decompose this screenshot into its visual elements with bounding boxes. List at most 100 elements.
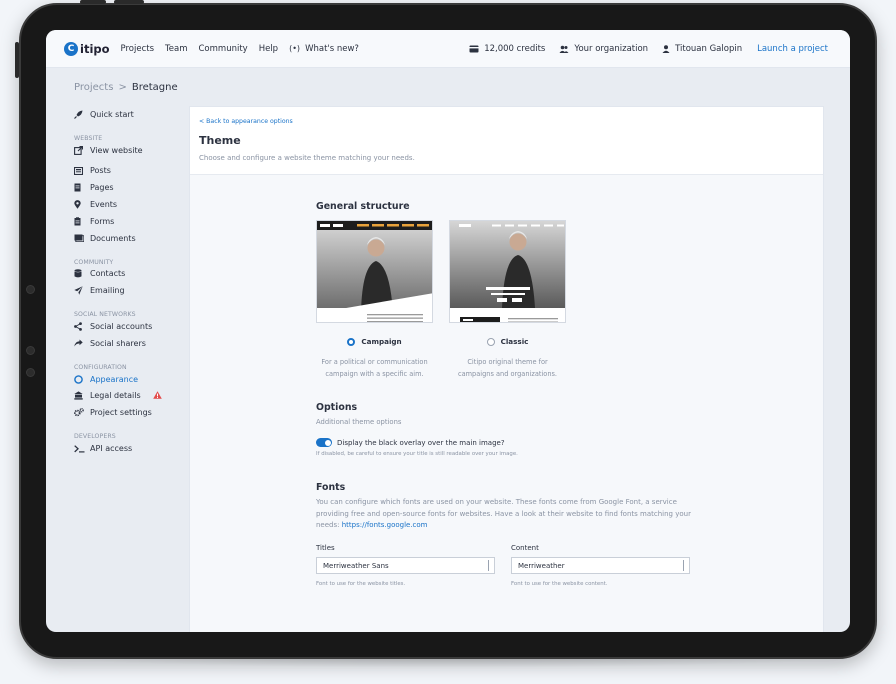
titles-font-select[interactable]: Merriweather Sans xyxy=(316,557,495,575)
theme-panel: < Back to appearance options Theme Choos… xyxy=(189,106,824,632)
breadcrumb-projects[interactable]: Projects xyxy=(74,82,113,93)
sidebar-item-social-sharers[interactable]: Social sharers xyxy=(74,335,199,352)
titles-label: Titles xyxy=(316,544,335,553)
organization-label: Your organization xyxy=(574,43,649,54)
map-pin-icon xyxy=(74,200,90,209)
sidebar-item-contacts[interactable]: Contacts xyxy=(74,266,199,283)
classic-radio[interactable] xyxy=(486,337,495,346)
nav-help[interactable]: Help xyxy=(259,44,278,54)
sidebar-item-view-website[interactable]: View website xyxy=(74,142,199,159)
clipboard-icon xyxy=(74,217,90,226)
options-heading: Options xyxy=(316,402,358,413)
sidebar-item-legal-details[interactable]: Legal details xyxy=(74,388,199,405)
classic-radio-row[interactable]: Classic xyxy=(449,337,566,346)
credit-card-icon xyxy=(469,45,479,52)
logo-mark-icon: C xyxy=(64,41,78,56)
page-subtitle: Choose and configure a website theme mat… xyxy=(199,154,415,162)
sidebar-item-social-accounts[interactable]: Social accounts xyxy=(74,318,199,335)
content-field: Content Merriweather Font to use for the… xyxy=(511,544,690,587)
credits-item[interactable]: 12,000 credits xyxy=(469,44,545,54)
titles-field: Titles Merriweather Sans Font to use for… xyxy=(316,544,495,587)
theme-classic[interactable]: Classic Citipo original theme for campai… xyxy=(449,220,566,380)
images-icon xyxy=(74,234,90,243)
section-social-networks: Social networks xyxy=(74,311,136,319)
users-icon xyxy=(559,45,569,53)
sidebar-item-label: Documents xyxy=(90,233,136,243)
rocket-icon xyxy=(74,110,90,119)
landmark-icon xyxy=(74,391,90,401)
classic-thumbnail[interactable] xyxy=(449,220,566,323)
sidebar-item-events[interactable]: Events xyxy=(74,196,199,213)
sidebar: Quick start Website View website Posts P… xyxy=(74,106,199,457)
user-item[interactable]: Titouan Galopin xyxy=(662,44,742,54)
sidebar-item-pages[interactable]: Pages xyxy=(74,179,199,196)
nav-team[interactable]: Team xyxy=(165,44,187,54)
device-camera xyxy=(26,285,35,294)
classic-description: Citipo original theme for campaigns and … xyxy=(457,358,558,378)
back-to-appearance-link[interactable]: < Back to appearance options xyxy=(199,118,814,125)
sidebar-item-label: Events xyxy=(90,200,118,210)
organization-item[interactable]: Your organization xyxy=(559,44,648,54)
paper-plane-icon xyxy=(74,286,90,295)
select-caret-icon xyxy=(488,560,492,572)
campaign-radio-row[interactable]: Campaign xyxy=(316,337,433,346)
sidebar-item-label: Emailing xyxy=(90,286,125,296)
overlay-toggle[interactable] xyxy=(316,438,332,447)
section-configuration: Configuration xyxy=(74,363,127,371)
newspaper-icon xyxy=(74,166,90,175)
sidebar-item-label: Legal details xyxy=(90,391,141,401)
nav-whats-new[interactable]: (•) What's new? xyxy=(289,44,359,54)
external-link-icon xyxy=(74,145,90,155)
sidebar-item-label: Project settings xyxy=(90,408,152,418)
sidebar-item-label: Posts xyxy=(90,166,111,176)
sidebar-item-quick-start[interactable]: Quick start xyxy=(74,106,199,123)
nav-community[interactable]: Community xyxy=(199,44,248,54)
device-top-button xyxy=(80,0,106,4)
sidebar-item-label: Contacts xyxy=(90,269,126,279)
user-icon xyxy=(662,44,670,53)
warning-icon xyxy=(152,391,162,401)
broadcast-icon: (•) xyxy=(289,44,301,53)
campaign-description: For a political or communication campaig… xyxy=(321,358,428,378)
share-arrow-icon xyxy=(74,339,90,347)
whats-new-label: What's new? xyxy=(305,43,359,54)
fonts-description: You can configure which fonts are used o… xyxy=(316,497,701,532)
titles-hint: Font to use for the website titles. xyxy=(316,581,406,588)
citipo-logo[interactable]: C itipo xyxy=(64,41,110,56)
sidebar-item-label: Forms xyxy=(90,216,115,226)
panel-header: < Back to appearance options Theme Choos… xyxy=(190,107,823,175)
user-name: Titouan Galopin xyxy=(675,43,743,54)
general-structure-heading: General structure xyxy=(316,201,410,212)
sidebar-item-label: Social accounts xyxy=(90,322,153,332)
palette-icon xyxy=(74,374,90,384)
content-label: Content xyxy=(511,544,539,553)
top-navbar: C itipo Projects Team Community Help (•)… xyxy=(46,30,850,68)
nav-projects[interactable]: Projects xyxy=(121,44,155,54)
device-top-button xyxy=(114,0,144,4)
theme-campaign[interactable]: Campaign For a political or communicatio… xyxy=(316,220,433,380)
sidebar-item-emailing[interactable]: Emailing xyxy=(74,282,199,299)
sidebar-item-posts[interactable]: Posts xyxy=(74,163,199,180)
theme-options: Campaign For a political or communicatio… xyxy=(316,220,706,380)
sidebar-item-appearance[interactable]: Appearance xyxy=(74,371,199,388)
sidebar-item-label: Social sharers xyxy=(90,338,146,348)
section-website: Website xyxy=(74,134,103,142)
campaign-thumbnail[interactable] xyxy=(316,220,433,323)
device-camera xyxy=(26,346,35,355)
classic-preview-image xyxy=(450,221,565,322)
topbar-right: 12,000 credits Your organization Titouan… xyxy=(455,44,828,54)
launch-project-link[interactable]: Launch a project xyxy=(757,44,828,54)
sidebar-item-project-settings[interactable]: Project settings xyxy=(74,404,199,421)
overlay-toggle-row[interactable]: Display the black overlay over the main … xyxy=(316,438,706,447)
terminal-icon xyxy=(74,444,90,453)
sidebar-item-forms[interactable]: Forms xyxy=(74,213,199,230)
campaign-radio[interactable] xyxy=(347,337,356,346)
campaign-label: Campaign xyxy=(361,337,402,346)
sidebar-item-api-access[interactable]: API access xyxy=(74,440,199,457)
device-side-button xyxy=(15,42,19,78)
select-caret-icon xyxy=(683,560,687,572)
sidebar-item-documents[interactable]: Documents xyxy=(74,230,199,247)
content-font-select[interactable]: Merriweather xyxy=(511,557,690,575)
classic-label: Classic xyxy=(500,337,529,346)
google-fonts-link[interactable]: https://fonts.google.com xyxy=(342,521,428,529)
